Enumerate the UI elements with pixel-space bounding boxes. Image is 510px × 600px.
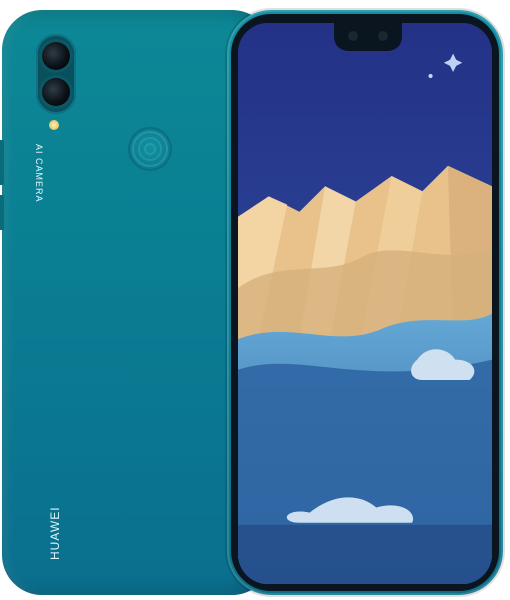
volume-button <box>0 140 4 185</box>
phone-screen <box>238 23 492 584</box>
front-camera-icon <box>348 31 358 41</box>
camera-module <box>36 34 76 114</box>
screen-notch <box>334 23 402 51</box>
phone-bezel <box>231 14 499 591</box>
wallpaper-illustration <box>238 23 492 584</box>
front-sensor-icon <box>378 31 388 41</box>
camera-lens-icon <box>42 78 70 106</box>
product-image: AI CAMERA HUAWEI <box>0 0 510 600</box>
side-buttons <box>0 140 5 250</box>
camera-lens-icon <box>42 42 70 70</box>
fingerprint-icon <box>128 127 172 171</box>
ai-camera-label: AI CAMERA <box>34 144 44 203</box>
phone-front <box>227 10 503 595</box>
brand-logo: HUAWEI <box>48 506 62 560</box>
power-button <box>0 195 4 230</box>
flash-icon <box>49 120 59 130</box>
